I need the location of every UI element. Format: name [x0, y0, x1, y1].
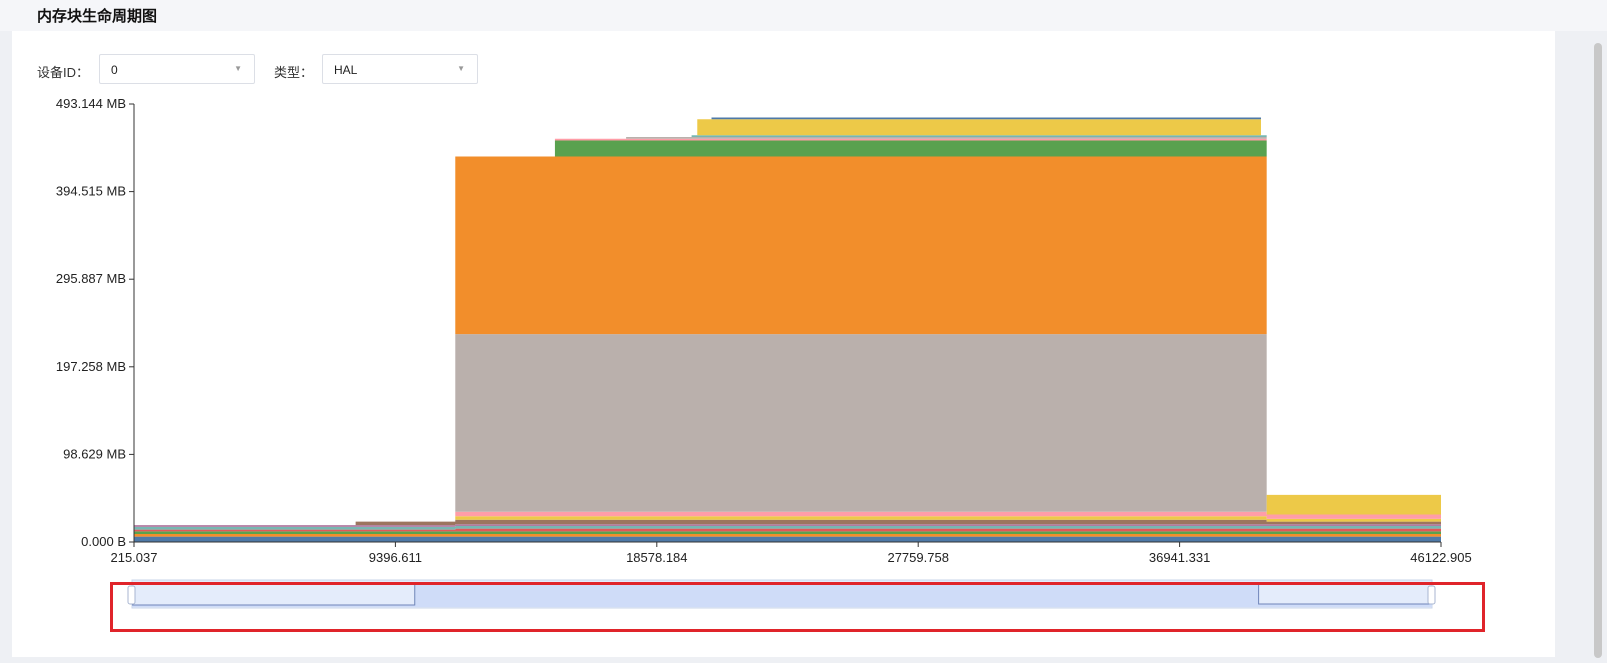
x-tick-label: 215.037: [111, 550, 158, 565]
x-tick-label: 27759.758: [887, 550, 948, 565]
area-series-1: [134, 534, 1441, 537]
x-tick-label: 9396.611: [369, 550, 422, 565]
y-tick-label: 394.515 MB: [56, 184, 126, 199]
x-tick-label: 36941.331: [1149, 550, 1210, 565]
y-tick-label: 98.629 MB: [63, 446, 126, 461]
y-tick-label: 0.000 B: [81, 534, 126, 549]
y-tick-label: 295.887 MB: [56, 271, 126, 286]
highlight-box: [110, 582, 1485, 632]
x-tick-label: 46122.905: [1410, 550, 1471, 565]
y-tick-label: 493.144 MB: [56, 96, 126, 111]
area-series-2: [134, 531, 1441, 535]
memory-lifecycle-chart: 0.000 B 98.629 MB 197.258 MB 295.887 MB 394.…: [56, 96, 1472, 609]
area-series-0: [134, 536, 1441, 542]
area-series-9: [134, 334, 1441, 526]
y-tick-label: 197.258 MB: [56, 359, 126, 374]
x-tick-label: 18578.184: [626, 550, 687, 565]
